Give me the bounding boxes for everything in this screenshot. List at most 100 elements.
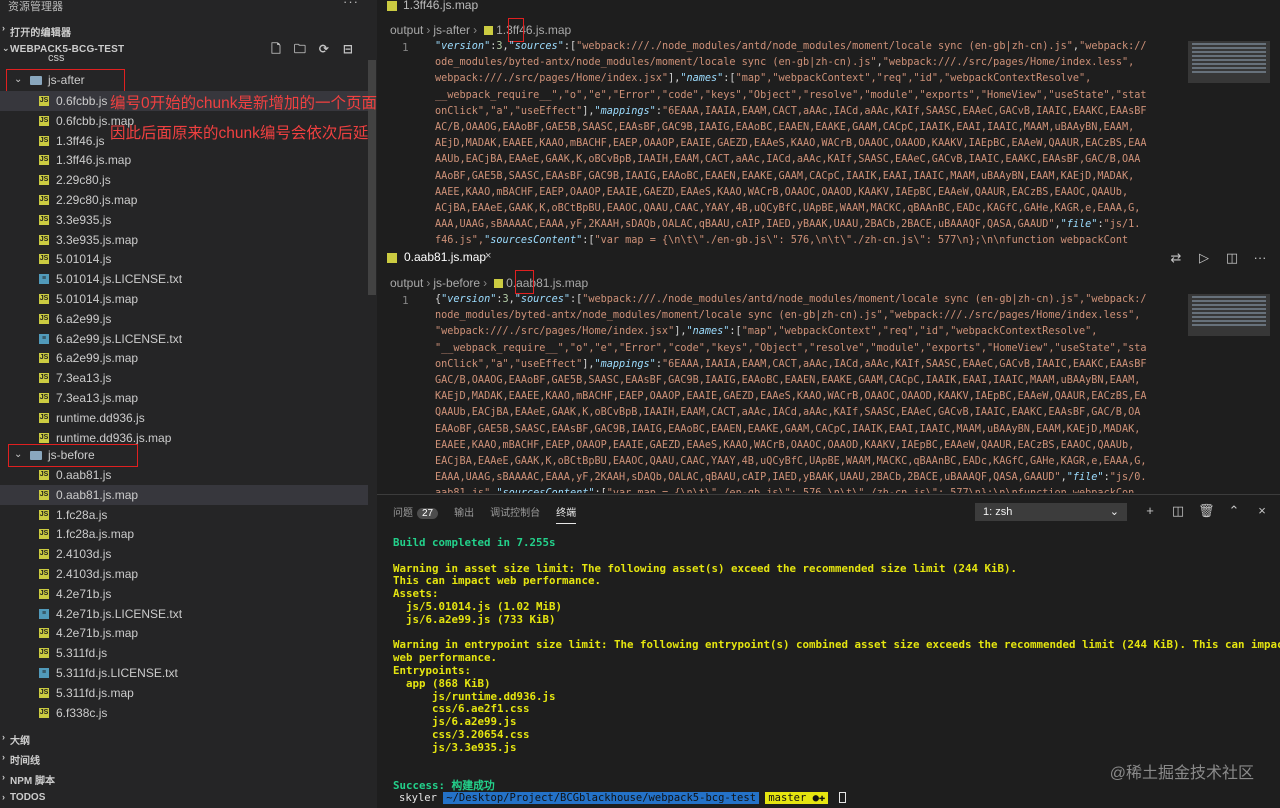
js-file-icon: JS bbox=[39, 175, 49, 186]
todos-section[interactable]: › TODOS bbox=[0, 788, 377, 808]
breadcrumb: output › js-after › 1.3ff46.js.map bbox=[390, 23, 572, 37]
js-file-icon: JS bbox=[39, 353, 49, 364]
tree-file-item[interactable]: ≡ 5.01014.js.LICENSE.txt bbox=[0, 269, 368, 289]
tree-file-item[interactable]: JS 2.29c80.js bbox=[0, 170, 368, 190]
terminal-prompt[interactable]: skyler ~/Desktop/Project/BCGblackhouse/w… bbox=[399, 792, 846, 804]
code-content-top[interactable]: "version":3,"sources":["webpack:///./nod… bbox=[435, 39, 1187, 245]
tree-file-item[interactable]: JS 5.01014.js bbox=[0, 249, 368, 269]
tree-file-item[interactable]: JS 4.2e71b.js bbox=[0, 584, 368, 604]
highlight-box bbox=[8, 444, 138, 467]
tab-problems[interactable]: 问题 27 bbox=[393, 504, 439, 524]
bottom-panel: 问题 27 输出 调试控制台 终端 1: zsh ⌄ + ◫ 🗑 ⌃ × Buil… bbox=[377, 494, 1280, 808]
line-number: 1 bbox=[402, 41, 409, 54]
text-file-icon: ≡ bbox=[39, 274, 49, 285]
tree-file-item[interactable]: JS 6.a2e99.js bbox=[0, 309, 368, 329]
tree-file-item[interactable]: JS runtime.dd936.js bbox=[0, 408, 368, 428]
npm-scripts-section[interactable]: › NPM 脚本 bbox=[0, 768, 377, 788]
editor-actions: ⇄ ▷ ◫ ··· bbox=[1168, 250, 1268, 266]
tab-output[interactable]: 输出 bbox=[454, 504, 474, 524]
file-name: 2.4103d.js.map bbox=[56, 567, 139, 581]
chevron-up-icon[interactable]: ⌃ bbox=[1226, 503, 1242, 519]
file-name: 1.3ff46.js.map bbox=[56, 153, 132, 168]
tree-file-item[interactable]: ≡ 4.2e71b.js.LICENSE.txt bbox=[0, 604, 368, 624]
minimap[interactable] bbox=[1188, 294, 1270, 336]
close-icon[interactable]: × bbox=[485, 250, 491, 262]
js-file-icon: JS bbox=[39, 313, 49, 324]
tree-file-item[interactable]: ≡ 6.a2e99.js.LICENSE.txt bbox=[0, 329, 368, 349]
open-editors-label: 打开的编辑器 bbox=[10, 28, 72, 39]
file-name: 6.a2e99.js.LICENSE.txt bbox=[56, 331, 183, 346]
prompt-user: skyler bbox=[399, 792, 437, 804]
terminal-line: css/3.20654.css bbox=[393, 727, 530, 741]
tab-top-editor[interactable]: 1.3ff46.js.map bbox=[377, 0, 497, 15]
terminal-output[interactable]: Build completed in 7.255s Warning in asse… bbox=[393, 536, 1280, 793]
run-icon[interactable]: ▷ bbox=[1196, 250, 1212, 266]
js-file-icon: JS bbox=[39, 687, 49, 698]
more-actions-icon[interactable]: ··· bbox=[343, 0, 359, 9]
explorer-header: 资源管理器 ··· bbox=[0, 0, 377, 13]
breadcrumb-item[interactable]: output bbox=[390, 23, 423, 37]
file-name: 0.aab81.js bbox=[56, 468, 112, 482]
section-label: 大纲 bbox=[10, 736, 30, 747]
tree-file-item[interactable]: JS 0.aab81.js.map bbox=[0, 484, 368, 505]
js-file-icon: JS bbox=[39, 195, 49, 205]
problems-count-badge: 27 bbox=[417, 508, 439, 519]
trash-icon[interactable]: 🗑 bbox=[1198, 503, 1215, 519]
tab-label: 问题 bbox=[393, 508, 413, 519]
highlight-box bbox=[6, 69, 125, 92]
tree-file-item[interactable]: JS 7.3ea13.js.map bbox=[0, 388, 368, 408]
tree-folder-css[interactable]: css bbox=[0, 52, 368, 64]
file-name: 0.aab81.js.map bbox=[56, 487, 139, 502]
tree-file-item[interactable]: JS 5.311fd.js.map bbox=[0, 683, 368, 703]
tab-terminal[interactable]: 终端 bbox=[556, 504, 577, 524]
tree-file-item[interactable]: JS 4.2e71b.js.map bbox=[0, 623, 368, 643]
minimap[interactable] bbox=[1188, 41, 1270, 83]
tree-file-item[interactable]: JS 1.3ff46.js.map bbox=[0, 150, 368, 170]
file-name: runtime.dd936.js bbox=[56, 410, 145, 425]
terminal-line: Entrypoints: bbox=[393, 663, 472, 677]
tree-file-item[interactable]: JS 0.aab81.js bbox=[0, 465, 368, 485]
timeline-section[interactable]: › 时间线 bbox=[0, 748, 377, 768]
tree-file-item[interactable]: JS 7.3ea13.js bbox=[0, 368, 368, 388]
tree-file-item[interactable]: JS 3.3e935.js.map bbox=[0, 230, 368, 250]
js-file-icon: JS bbox=[39, 393, 49, 403]
terminal-cursor bbox=[838, 792, 846, 803]
breadcrumb-item[interactable]: output bbox=[390, 276, 423, 290]
file-name: 2.29c80.js bbox=[56, 173, 111, 188]
terminal-select[interactable]: 1: zsh ⌄ bbox=[975, 503, 1127, 521]
tree-file-item[interactable]: JS 3.3e935.js bbox=[0, 210, 368, 230]
close-icon[interactable]: × bbox=[1254, 503, 1270, 519]
split-editor-icon[interactable]: ◫ bbox=[1224, 250, 1240, 266]
outline-section[interactable]: › 大纲 bbox=[0, 728, 377, 748]
tree-file-item[interactable]: JS 6.a2e99.js.map bbox=[0, 348, 368, 368]
breadcrumb-item[interactable]: js-before bbox=[433, 276, 480, 290]
highlight-box bbox=[515, 270, 534, 294]
file-name: 4.2e71b.js bbox=[56, 586, 112, 601]
tree-file-item[interactable]: JS 6.f338c.js bbox=[0, 703, 368, 723]
split-terminal-icon[interactable]: ◫ bbox=[1170, 503, 1186, 519]
tree-file-item[interactable]: JS 5.01014.js.map bbox=[0, 289, 368, 309]
js-file-icon: JS bbox=[39, 509, 49, 520]
more-actions-icon[interactable]: ··· bbox=[1252, 250, 1268, 266]
chevron-right-icon: › bbox=[2, 732, 5, 742]
tab-debug-console[interactable]: 调试控制台 bbox=[490, 504, 540, 524]
breadcrumb-item[interactable]: js-after bbox=[433, 23, 470, 37]
compare-icon[interactable]: ⇄ bbox=[1168, 250, 1184, 266]
file-name: 3.3e935.js bbox=[56, 212, 112, 227]
tree-file-item[interactable]: JS 1.fc28a.js bbox=[0, 505, 368, 525]
tree-file-item[interactable]: ≡ 5.311fd.js.LICENSE.txt bbox=[0, 663, 368, 683]
tree-file-item[interactable]: JS 2.29c80.js.map bbox=[0, 190, 368, 210]
tab-bottom-editor[interactable]: 0.aab81.js.map × bbox=[377, 249, 495, 267]
file-name: 7.3ea13.js.map bbox=[56, 391, 139, 405]
open-editors-section[interactable]: › 打开的编辑器 bbox=[0, 20, 377, 40]
breadcrumb: output › js-before › 0.aab81.js.map bbox=[390, 276, 589, 290]
add-terminal-icon[interactable]: + bbox=[1142, 503, 1158, 519]
text-file-icon: ≡ bbox=[39, 668, 49, 678]
terminal-line: web performance. bbox=[393, 651, 498, 665]
tree-file-item[interactable]: JS 2.4103d.js.map bbox=[0, 564, 368, 584]
terminal-line: js/6.a2e99.js (733 KiB) bbox=[393, 612, 556, 626]
tree-file-item[interactable]: JS 5.311fd.js bbox=[0, 643, 368, 663]
code-content-bottom[interactable]: {"version":3,"sources":["webpack:///./no… bbox=[435, 292, 1187, 493]
tree-file-item[interactable]: JS 2.4103d.js bbox=[0, 544, 368, 564]
tree-file-item[interactable]: JS 1.fc28a.js.map bbox=[0, 524, 368, 544]
